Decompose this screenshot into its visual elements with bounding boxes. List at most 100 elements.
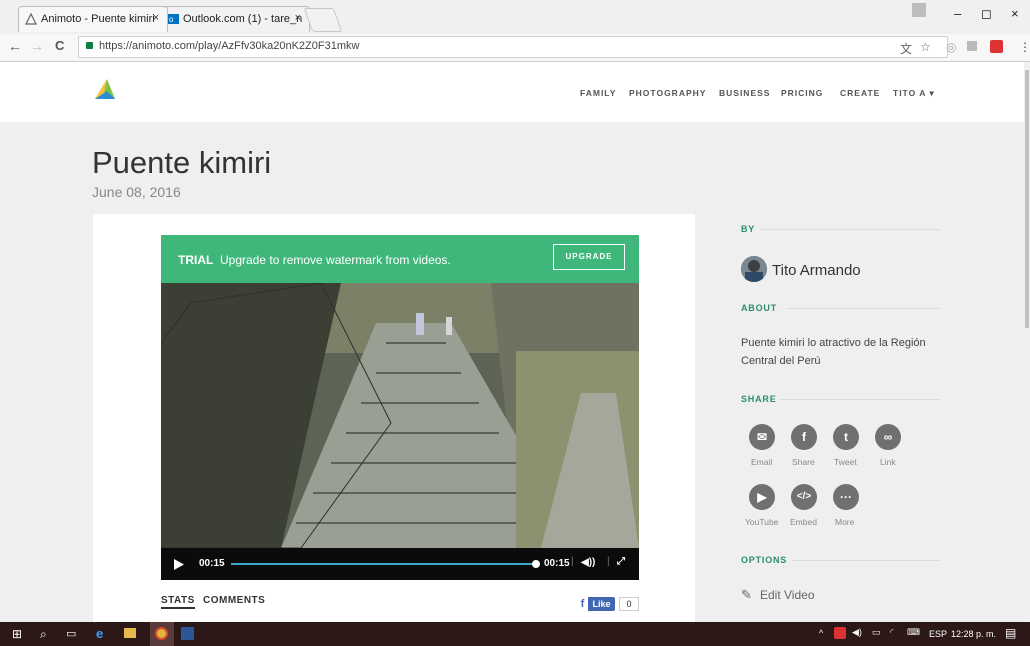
url-text[interactable]: https://animoto.com/play/AzFfv30ka20nK2Z…	[99, 40, 359, 52]
options-heading: OPTIONS	[741, 555, 788, 565]
about-heading: ABOUT	[741, 303, 777, 313]
extension-icon[interactable]: ◎	[946, 40, 956, 54]
outlook-favicon-icon: o	[167, 14, 179, 24]
progress-fill	[231, 563, 536, 565]
facebook-icon[interactable]: f	[791, 424, 817, 450]
share-label-email: Email	[751, 457, 773, 467]
nav-pricing[interactable]: PRICING	[781, 88, 823, 98]
twitter-icon[interactable]: t	[833, 424, 859, 450]
progress-handle[interactable]	[532, 560, 540, 568]
reload-button[interactable]: C	[55, 38, 64, 53]
volume-icon[interactable]: ◀))	[581, 557, 595, 568]
share-label-tweet: Tweet	[834, 457, 857, 467]
upgrade-button[interactable]: UPGRADE	[553, 244, 625, 270]
tab-title: Outlook.com (1) - tare_n	[183, 13, 303, 25]
extension-icon[interactable]	[967, 41, 977, 51]
word-icon[interactable]	[181, 627, 194, 640]
tab-close-icon[interactable]: ×	[153, 12, 159, 24]
share-label-youtube: YouTube	[745, 517, 779, 527]
share-label-share: Share	[792, 457, 815, 467]
facebook-like-count: 0	[619, 597, 639, 611]
profile-icon[interactable]	[912, 3, 926, 17]
keyboard-icon[interactable]: ⌨	[907, 627, 920, 638]
share-label-embed: Embed	[790, 517, 817, 527]
bookmark-star-icon[interactable]: ☆	[920, 40, 931, 54]
pencil-icon: ✎	[741, 587, 752, 602]
scrollbar-thumb[interactable]	[1025, 70, 1029, 328]
tab-comments[interactable]: COMMENTS	[203, 595, 265, 606]
facebook-like-label: Like	[592, 599, 611, 609]
video-title: Puente kimiri	[92, 145, 272, 180]
trial-message: TRIAL Upgrade to remove watermark from v…	[178, 253, 451, 267]
nav-business[interactable]: BUSINESS	[719, 88, 770, 98]
translate-icon[interactable]: 文	[900, 40, 912, 57]
nav-create[interactable]: CREATE	[840, 88, 880, 98]
avatar-image	[741, 256, 767, 282]
tray-app-icon[interactable]	[834, 627, 846, 639]
facebook-icon: f	[577, 597, 588, 611]
embed-icon[interactable]: </>	[791, 484, 817, 510]
chrome-icon[interactable]	[155, 627, 168, 640]
svg-text:o: o	[169, 15, 174, 24]
email-icon[interactable]: ✉	[749, 424, 775, 450]
nav-user-menu[interactable]: TITO A ▾	[893, 88, 935, 99]
divider	[787, 308, 940, 309]
nav-family[interactable]: FAMILY	[580, 88, 616, 98]
windows-start-icon[interactable]: ⊞	[12, 627, 22, 641]
youtube-icon[interactable]: ▶	[749, 484, 775, 510]
notifications-icon[interactable]: ▤	[1005, 626, 1016, 640]
tab-close-icon[interactable]: ×	[295, 12, 301, 24]
nav-photography[interactable]: PHOTOGRAPHY	[629, 88, 706, 98]
divider	[760, 229, 940, 230]
battery-icon[interactable]: ▭	[872, 627, 881, 638]
volume-icon[interactable]: ◀)	[852, 627, 862, 638]
back-button[interactable]: ←	[8, 38, 22, 54]
facebook-like-button[interactable]: f Like	[577, 597, 615, 611]
fullscreen-icon[interactable]: ⤢	[617, 556, 625, 567]
browser-tab-animoto[interactable]: Animoto - Puente kimiri ×	[18, 6, 168, 32]
video-controls: 00:15 00:15 | ◀)) | ⤢	[161, 548, 639, 580]
lock-icon	[86, 42, 93, 49]
tab-stats[interactable]: STATS	[161, 595, 195, 609]
share-label-link: Link	[880, 457, 896, 467]
video-date: June 08, 2016	[92, 184, 181, 200]
tab-title: Animoto - Puente kimiri	[41, 13, 155, 25]
clock[interactable]: 12:28 p. m.	[951, 629, 996, 639]
browser-tab-outlook[interactable]: o Outlook.com (1) - tare_n ×	[160, 6, 310, 32]
animoto-favicon-icon	[25, 13, 37, 25]
divider: |	[607, 556, 610, 567]
divider: |	[571, 556, 574, 567]
restore-button[interactable]: ◻	[981, 6, 992, 22]
author-name[interactable]: Tito Armando	[772, 262, 861, 279]
task-view-icon[interactable]: ▭	[66, 627, 76, 640]
wifi-icon[interactable]: ◜	[890, 627, 894, 638]
share-heading: SHARE	[741, 394, 777, 404]
trial-label: TRIAL	[178, 253, 214, 267]
by-heading: BY	[741, 224, 756, 234]
minimize-button[interactable]: –	[954, 6, 961, 21]
video-player[interactable]	[161, 283, 639, 548]
forward-button[interactable]: →	[30, 38, 44, 54]
language-indicator[interactable]: ESP	[929, 629, 947, 639]
edge-browser-icon[interactable]: e	[96, 626, 103, 641]
file-explorer-icon[interactable]	[124, 628, 136, 638]
video-frame-image	[161, 283, 639, 548]
close-window-button[interactable]: ×	[1011, 6, 1019, 21]
animoto-logo-icon[interactable]	[93, 77, 117, 101]
trial-text: Upgrade to remove watermark from videos.	[220, 253, 451, 267]
more-icon[interactable]: ···	[833, 484, 859, 510]
edit-video-link[interactable]: Edit Video	[760, 588, 815, 602]
chevron-up-icon[interactable]: ^	[819, 628, 823, 638]
user-name: TITO A	[893, 88, 927, 98]
play-icon[interactable]	[174, 559, 184, 570]
current-time: 00:15	[199, 558, 225, 569]
search-icon[interactable]: ⌕	[40, 627, 47, 642]
link-icon[interactable]: ∞	[875, 424, 901, 450]
chevron-down-icon: ▾	[929, 88, 935, 98]
total-time: 00:15	[544, 558, 570, 569]
about-text: Puente kimiri lo atractivo de la Región …	[741, 337, 926, 367]
menu-icon[interactable]: ⋮	[1019, 40, 1030, 54]
avatar[interactable]	[741, 256, 767, 282]
adblock-extension-icon[interactable]	[990, 40, 1003, 53]
divider	[780, 399, 940, 400]
